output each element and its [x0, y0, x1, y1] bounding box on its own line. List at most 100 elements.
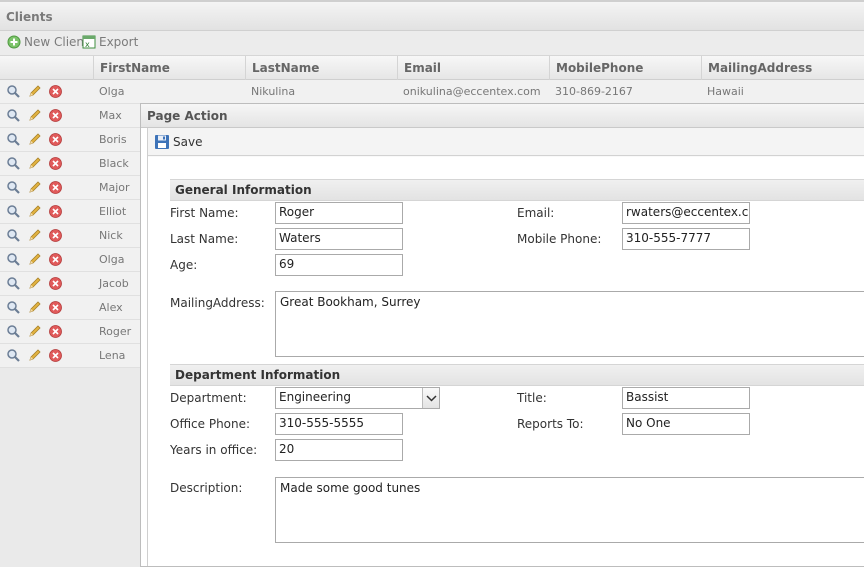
row-actions [6, 132, 63, 147]
mailing-address-field[interactable]: Great Bookham, Surrey [275, 291, 864, 357]
row-actions [6, 348, 63, 363]
magnifier-icon[interactable] [6, 228, 21, 243]
cell-firstname: Olga [99, 85, 125, 98]
row-actions [6, 156, 63, 171]
pencil-icon[interactable] [27, 300, 42, 315]
magnifier-icon[interactable] [6, 300, 21, 315]
pencil-icon[interactable] [27, 276, 42, 291]
column-header-firstname[interactable]: FirstName [93, 56, 245, 80]
pencil-icon[interactable] [27, 348, 42, 363]
new-client-label: New Client [24, 35, 89, 49]
first-name-field[interactable]: Roger [275, 202, 403, 224]
years-in-office-label: Years in office: [170, 443, 258, 457]
excel-icon: x [82, 35, 96, 49]
delete-icon[interactable] [48, 204, 63, 219]
delete-icon[interactable] [48, 108, 63, 123]
delete-icon[interactable] [48, 228, 63, 243]
delete-icon[interactable] [48, 84, 63, 99]
age-field[interactable]: 69 [275, 254, 403, 276]
last-name-label: Last Name: [170, 232, 239, 246]
delete-icon[interactable] [48, 180, 63, 195]
description-field[interactable]: Made some good tunes [275, 477, 864, 543]
department-value: Engineering [279, 390, 351, 404]
pencil-icon[interactable] [27, 156, 42, 171]
delete-icon[interactable] [48, 300, 63, 315]
pencil-icon[interactable] [27, 132, 42, 147]
grid-title-bar: Clients [0, 0, 864, 31]
row-actions [6, 276, 63, 291]
pencil-icon[interactable] [27, 228, 42, 243]
magnifier-icon[interactable] [6, 180, 21, 195]
general-information-header: General Information [170, 179, 864, 201]
mobile-phone-label: Mobile Phone: [517, 232, 602, 246]
pencil-icon[interactable] [27, 84, 42, 99]
first-name-label: First Name: [170, 206, 239, 220]
cell-mailingaddress: Hawaii [707, 85, 744, 98]
row-actions [6, 180, 63, 195]
pencil-icon[interactable] [27, 252, 42, 267]
delete-icon[interactable] [48, 348, 63, 363]
delete-icon[interactable] [48, 132, 63, 147]
column-header-mobilephone[interactable]: MobilePhone [549, 56, 701, 80]
dialog-toolbar: Save [148, 128, 864, 156]
dropdown-arrow[interactable] [422, 388, 439, 408]
email-label: Email: [517, 206, 555, 220]
years-in-office-field[interactable]: 20 [275, 439, 403, 461]
page-action-dialog: Page Action Save General Information Fir… [140, 103, 864, 567]
chevron-down-icon [426, 395, 437, 402]
magnifier-icon[interactable] [6, 108, 21, 123]
pencil-icon[interactable] [27, 108, 42, 123]
new-client-button[interactable]: New Client [7, 35, 89, 49]
magnifier-icon[interactable] [6, 132, 21, 147]
magnifier-icon[interactable] [6, 348, 21, 363]
save-label: Save [173, 135, 203, 149]
row-actions [6, 252, 63, 267]
magnifier-icon[interactable] [6, 324, 21, 339]
magnifier-icon[interactable] [6, 252, 21, 267]
office-phone-label: Office Phone: [170, 417, 251, 431]
cell-mobilephone: 310-869-2167 [555, 85, 633, 98]
delete-icon[interactable] [48, 324, 63, 339]
row-actions [6, 300, 63, 315]
last-name-field[interactable]: Waters [275, 228, 403, 250]
mobile-phone-field[interactable]: 310-555-7777 [622, 228, 750, 250]
age-label: Age: [170, 258, 198, 272]
export-label: Export [99, 35, 139, 49]
column-header-lastname[interactable]: LastName [245, 56, 397, 80]
title-field[interactable]: Bassist [622, 387, 750, 409]
pencil-icon[interactable] [27, 180, 42, 195]
reports-to-label: Reports To: [517, 417, 584, 431]
magnifier-icon[interactable] [6, 156, 21, 171]
add-icon [7, 35, 21, 49]
row-actions [6, 108, 63, 123]
save-button[interactable]: Save [154, 134, 202, 150]
cell-lastname: Nikulina [251, 85, 296, 98]
grid-title: Clients [6, 10, 53, 24]
office-phone-field[interactable]: 310-555-5555 [275, 413, 403, 435]
delete-icon[interactable] [48, 252, 63, 267]
email-field[interactable]: rwaters@eccentex.com [622, 202, 750, 224]
grid-header: FirstName LastName Email MobilePhone Mai… [0, 56, 864, 80]
export-button[interactable]: x Export [82, 35, 138, 49]
row-actions [6, 228, 63, 243]
column-header-email[interactable]: Email [397, 56, 549, 80]
delete-icon[interactable] [48, 276, 63, 291]
pencil-icon[interactable] [27, 324, 42, 339]
delete-icon[interactable] [48, 156, 63, 171]
table-row[interactable]: Olga Nikulina onikulina@eccentex.com 310-86… [0, 80, 864, 104]
magnifier-icon[interactable] [6, 204, 21, 219]
magnifier-icon[interactable] [6, 84, 21, 99]
dialog-title: Page Action [141, 104, 864, 128]
department-information-header: Department Information [170, 364, 864, 386]
column-header-mailingaddress[interactable]: MailingAddress [701, 56, 864, 80]
pencil-icon[interactable] [27, 204, 42, 219]
row-actions [6, 84, 63, 99]
description-label: Description: [170, 481, 243, 495]
department-select[interactable]: Engineering [275, 387, 440, 409]
row-actions [6, 324, 63, 339]
title-label: Title: [517, 391, 547, 405]
cell-email: onikulina@eccentex.com [403, 85, 541, 98]
dialog-body: Save General Information First Name: Rog… [147, 128, 864, 566]
reports-to-field[interactable]: No One [622, 413, 750, 435]
magnifier-icon[interactable] [6, 276, 21, 291]
